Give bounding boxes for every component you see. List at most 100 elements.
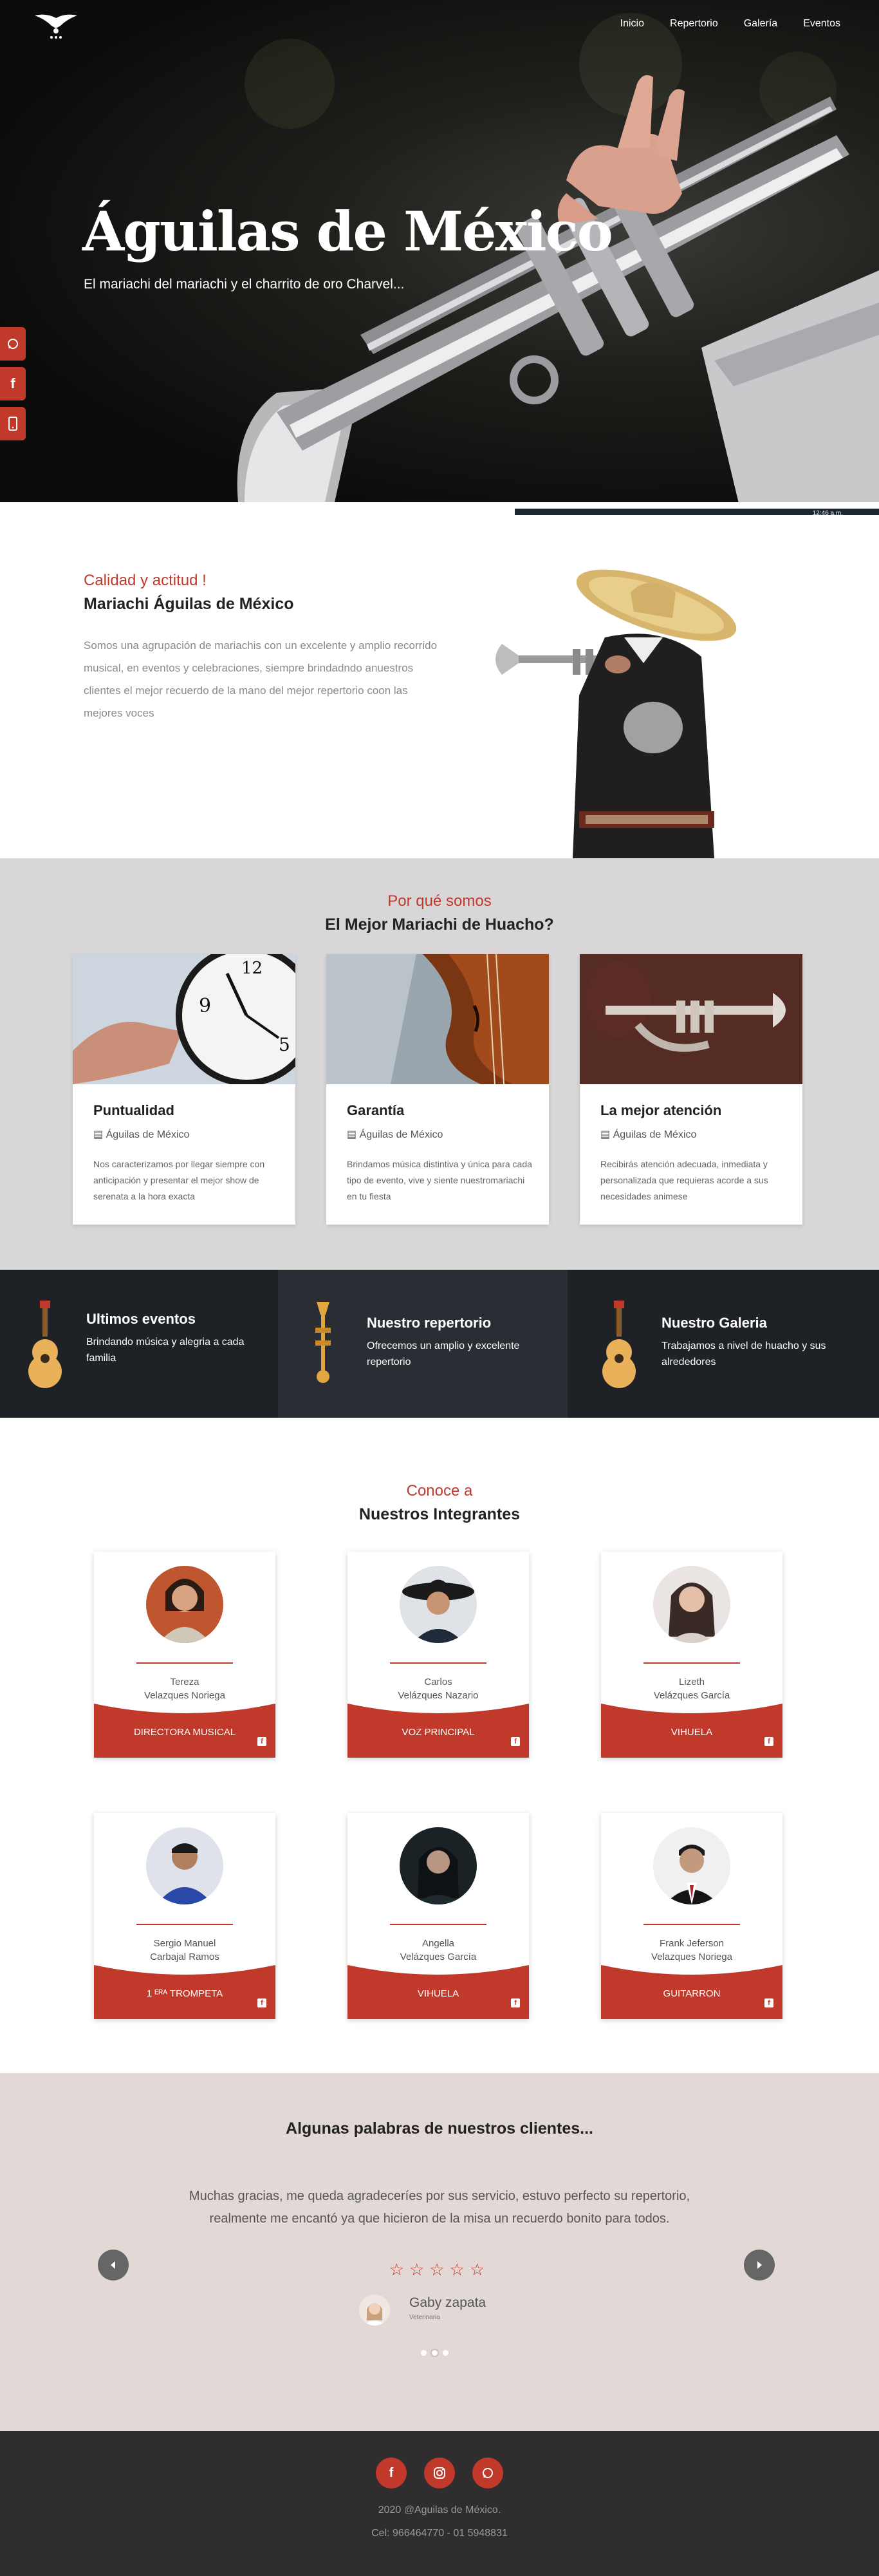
testimonials-title: Algunas palabras de nuestros clientes... [286,2120,593,2138]
svg-text:5: 5 [279,1034,290,1055]
about-text: Somos una agrupación de mariachis con un… [84,639,438,719]
card-text: Brindamos música distintiva y única para… [347,1159,532,1201]
member-divider [136,1662,233,1664]
member-avatar [146,1566,223,1643]
band-title: Nuestro repertorio [367,1315,492,1331]
member-first-name: Tereza [170,1677,199,1688]
member-divider [390,1662,486,1664]
member-card: Angella Velázques García VIHUELA f [347,1813,529,2019]
footer-whatsapp-button[interactable] [472,2458,503,2488]
feature-card-puntualidad: 9 12 5 Puntualidad ▤ Águilas de México N… [73,954,295,1225]
hero-subtitle: El mariachi del mariachi y el charrito d… [84,277,405,292]
facebook-icon: f [10,375,15,391]
carousel-dot-active[interactable] [432,2350,438,2356]
nav-link-inicio[interactable]: Inicio [620,18,644,30]
guitar-icon [602,1301,636,1388]
card-meta-label: Águilas de México [613,1129,697,1140]
member-role: VIHUELA [671,1727,713,1738]
member-avatar [400,1827,477,1904]
clock-handshake-image: 9 12 5 [73,954,295,1084]
footer [0,2431,879,2576]
mariachi-trumpeter-image [495,569,737,858]
facebook-icon: f [389,2465,394,2480]
member-avatar [653,1566,730,1643]
facebook-icon[interactable]: f [511,1737,520,1746]
band-text: Ofrecemos un amplio y excelente repertor… [367,1340,520,1368]
band-eventos[interactable]: Ultimos eventos Brindando música y alegr… [0,1270,278,1418]
facebook-icon[interactable]: f [257,1998,266,2007]
hero-banner: Inicio Repertorio Galería Eventos Águila… [0,0,879,509]
phone-float-button[interactable] [0,407,26,440]
client-role: Veterinaria [409,2314,440,2321]
hero-timestamp: 12:46 a.m. [812,510,843,517]
member-first-name: Lizeth [678,1677,705,1688]
card-meta-label: Águilas de México [359,1129,443,1140]
team-title: Nuestros Integrantes [358,1505,521,1523]
client-name: Gaby zapata [409,2295,486,2310]
nav-link-eventos[interactable]: Eventos [803,18,840,30]
why-title: El Mejor Mariachi de Huacho? [325,916,554,934]
footer-copyright: 2020 @Aguilas de México. [378,2505,501,2515]
footer-instagram-button[interactable] [424,2458,455,2488]
carousel-dot[interactable] [421,2350,427,2356]
document-icon: ▤ [347,1129,360,1140]
whatsapp-float-button[interactable] [0,327,26,361]
member-card: Lizeth Velázques García VIHUELA f [601,1552,782,1758]
svg-text:9: 9 [199,995,211,1017]
member-first-name: Frank Jeferson [659,1938,725,1949]
footer-facebook-button[interactable]: f [376,2458,407,2488]
phone-icon [8,417,17,431]
member-card: Carlos Velázques Nazario VOZ PRINCIPAL f [347,1552,529,1758]
member-role: VIHUELA [417,1988,459,1999]
band-title: Ultimos eventos [86,1311,196,1327]
nav-link-galeria[interactable]: Galería [744,18,777,30]
facebook-icon[interactable]: f [764,1737,773,1746]
card-meta: ▤ Águilas de México [93,1128,189,1141]
document-icon: ▤ [600,1129,613,1140]
member-first-name: Sergio Manuel [153,1938,216,1949]
card-title: Garantía [347,1102,405,1118]
card-title: Puntualidad [93,1102,174,1118]
feature-card-garantia: Garantía ▤ Águilas de México Brindamos m… [326,954,549,1225]
carousel-dots [421,2350,449,2356]
nav-link-repertorio[interactable]: Repertorio [670,18,718,30]
carousel-dot[interactable] [443,2350,449,2356]
band-text: Trabajamos a nivel de huacho y sus alred… [662,1340,826,1368]
facebook-icon[interactable]: f [257,1737,266,1746]
instagram-icon [434,2467,445,2479]
facebook-float-button[interactable]: f [0,367,26,400]
client-avatar [359,2295,390,2326]
member-card: Frank Jeferson Velazques Noriega GUITARRO… [601,1813,782,2019]
member-card: Tereza Velazques Noriega DIRECTORA MUSICA… [94,1552,275,1758]
band-repertorio[interactable]: Nuestro repertorio Ofrecemos un amplio y… [278,1270,568,1418]
whatsapp-icon [8,339,18,349]
member-avatar [400,1566,477,1643]
member-divider [136,1924,233,1925]
about-accent: Calidad y actitud ! [84,572,207,589]
member-first-name: Angella [421,1938,455,1949]
facebook-icon[interactable]: f [511,1998,520,2007]
hero-divider [0,502,879,509]
member-role: VOZ PRINCIPAL [402,1727,475,1738]
trumpet-player-image [580,954,802,1084]
facebook-icon[interactable]: f [764,1998,773,2007]
card-meta: ▤ Águilas de México [600,1128,696,1141]
eagle-logo[interactable] [33,12,79,40]
testimonial-quote: Muchas gracias, me queda agradeceríes po… [189,2189,690,2226]
band-galeria[interactable]: Nuestro Galeria Trabajamos a nivel de hu… [568,1270,879,1418]
member-role: 1 ᴱᴿᴬ TROMPETA [146,1988,223,1999]
about-title: Mariachi Águilas de México [84,595,294,613]
document-icon: ▤ [93,1129,106,1140]
card-meta: ▤ Águilas de México [347,1128,443,1141]
team-accent: Conoce a [406,1482,473,1500]
whatsapp-icon [483,2468,493,2478]
top-navigation: Inicio Repertorio Galería Eventos [620,18,840,30]
card-title: La mejor atención [600,1102,722,1118]
member-role: GUITARRON [663,1988,721,1999]
hero-title: Águilas de México [82,200,613,263]
member-divider [643,1662,740,1664]
member-avatar [653,1827,730,1904]
footer-phone: Cel: 966464770 - 01 5948831 [371,2528,508,2539]
why-accent: Por qué somos [387,892,492,910]
member-avatar [146,1827,223,1904]
